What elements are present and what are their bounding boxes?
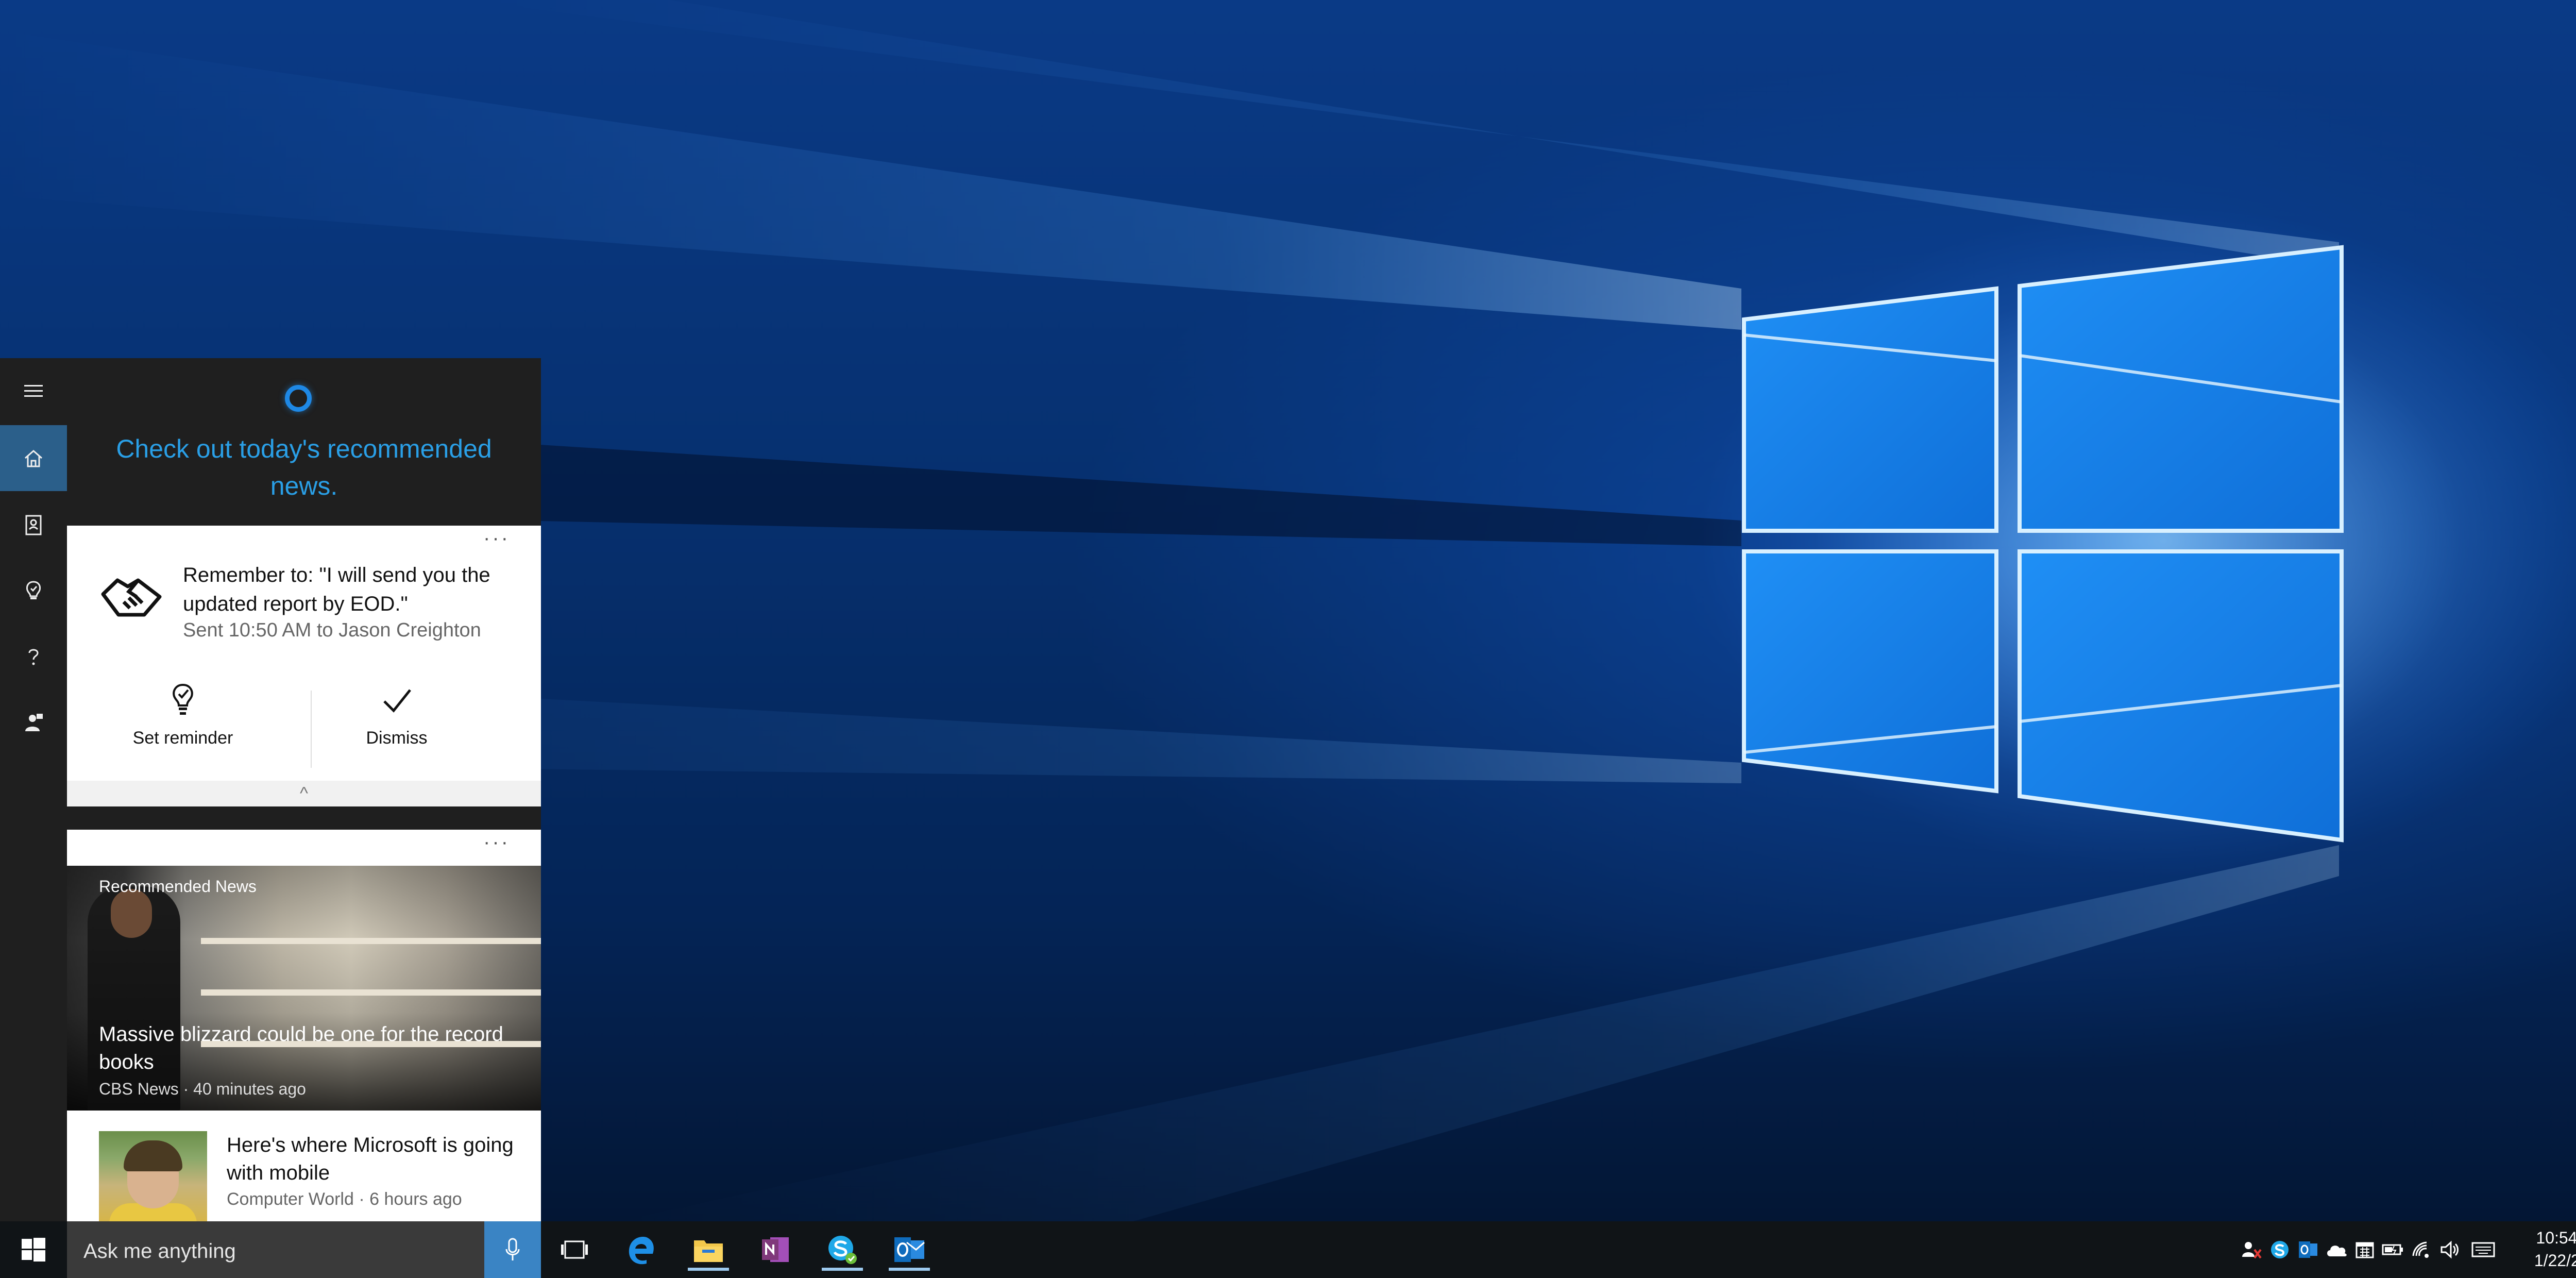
dismiss-button[interactable]: Dismiss	[319, 683, 474, 748]
feedback-icon[interactable]	[0, 690, 67, 756]
checkmark-icon	[383, 689, 411, 713]
cortana-nav-rail	[0, 358, 67, 1221]
news-hero-story[interactable]: Recommended News Massive blizzard could …	[67, 866, 541, 1111]
windows-start-icon	[22, 1238, 45, 1262]
calendar-tray-icon[interactable]	[2352, 1237, 2378, 1263]
shelf-decor	[201, 989, 541, 996]
news-card: ··· Recommended News Massive blizzard co…	[67, 830, 541, 1221]
reminder-subtext: Sent 10:50 AM to Jason Creighton	[183, 619, 481, 641]
taskbar-clock[interactable]: 10:54 AM 1/22/2016	[2527, 1226, 2576, 1272]
start-button[interactable]	[0, 1221, 67, 1278]
set-reminder-label: Set reminder	[132, 728, 233, 748]
hamburger-menu-icon[interactable]	[0, 358, 67, 424]
shelf-decor	[201, 938, 541, 944]
cortana-ring-icon	[285, 385, 312, 412]
help-icon[interactable]	[0, 624, 67, 690]
cortana-header: Check out today's recommended news.	[67, 358, 541, 526]
dismiss-label: Dismiss	[366, 728, 428, 748]
skype-icon[interactable]	[822, 1229, 863, 1271]
volume-tray-icon[interactable]	[2437, 1237, 2463, 1263]
onedrive-tray-icon[interactable]	[2324, 1237, 2349, 1263]
set-reminder-button[interactable]: Set reminder	[106, 683, 260, 748]
wifi-tray-icon[interactable]	[2409, 1237, 2434, 1263]
collapse-chevron-up-icon[interactable]: ^	[67, 781, 541, 806]
taskbar: Ask me anything 10:54 1/22/2	[0, 1221, 2576, 1278]
hero-headline: Massive blizzard could be one for the re…	[99, 1023, 503, 1073]
news-item-title: Here's where Microsoft is going with mob…	[227, 1134, 514, 1184]
news-list-item[interactable]: Here's where Microsoft is going with mob…	[67, 1113, 541, 1221]
cortana-panel: Check out today's recommended news. ··· …	[0, 358, 541, 1221]
home-icon[interactable]	[0, 425, 67, 491]
reminder-text: Remember to: "I will send you the update…	[183, 564, 490, 615]
running-indicator	[822, 1268, 863, 1271]
outlook-icon[interactable]	[889, 1229, 930, 1271]
thumb-hair	[124, 1140, 182, 1171]
running-indicator	[889, 1268, 930, 1271]
search-placeholder: Ask me anything	[83, 1240, 236, 1263]
task-view-icon[interactable]	[554, 1229, 595, 1271]
keyboard-tray-icon[interactable]	[2468, 1237, 2499, 1263]
file-explorer-icon[interactable]	[688, 1229, 729, 1271]
reminder-card-more-button[interactable]: ···	[483, 527, 510, 550]
clock-time: 10:54 AM	[2536, 1229, 2576, 1247]
onenote-icon[interactable]	[755, 1229, 796, 1271]
notebook-icon[interactable]	[0, 492, 67, 558]
news-item-source: Computer World · 6 hours ago	[227, 1189, 462, 1209]
running-indicator	[688, 1268, 729, 1271]
hero-image-head	[111, 889, 152, 938]
action-divider	[311, 691, 312, 768]
microphone-button[interactable]	[484, 1221, 541, 1278]
clock-date: 1/22/2016	[2534, 1251, 2576, 1270]
recommended-news-label: Recommended News	[99, 877, 257, 896]
hero-source: CBS News · 40 minutes ago	[99, 1080, 306, 1098]
outlook-tray-icon[interactable]	[2295, 1237, 2321, 1263]
handshake-icon	[101, 578, 162, 617]
reminder-card: ··· Remember to: "I will send you the up…	[67, 526, 541, 806]
lightbulb-icon[interactable]	[0, 558, 67, 624]
microphone-icon	[505, 1238, 520, 1260]
battery-tray-icon[interactable]	[2380, 1237, 2406, 1263]
cortana-content: Check out today's recommended news. ··· …	[67, 358, 541, 1221]
cortana-headline: Check out today's recommended news.	[116, 434, 492, 500]
edge-browser-icon[interactable]	[621, 1229, 662, 1271]
skype-tray-icon[interactable]	[2267, 1237, 2293, 1263]
people-muted-tray-icon[interactable]	[2239, 1237, 2264, 1263]
cortana-search-box[interactable]: Ask me anything	[67, 1221, 484, 1278]
news-thumbnail	[99, 1131, 207, 1221]
news-card-more-button[interactable]: ···	[483, 831, 510, 854]
lightbulb-check-icon	[173, 683, 193, 715]
